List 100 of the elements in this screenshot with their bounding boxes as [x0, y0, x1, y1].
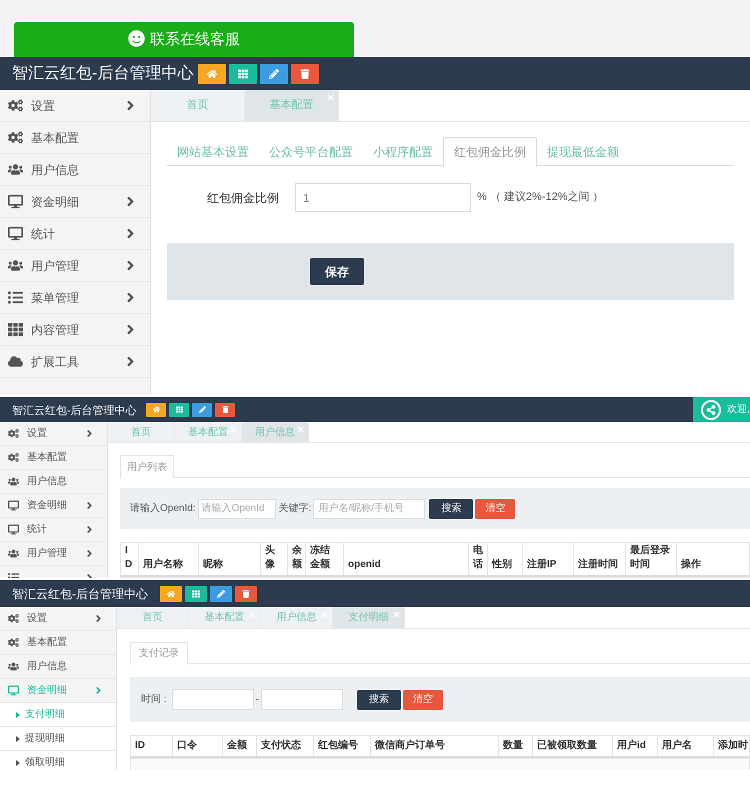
sidebar-item[interactable]: 用户信息: [0, 655, 116, 679]
toolbar-button[interactable]: [185, 586, 207, 602]
column-header: 性别: [492, 558, 512, 572]
field-label: 请输入OpenId:: [130, 502, 196, 516]
column-header: 冻结金额: [310, 544, 331, 572]
column-header: openid: [348, 558, 381, 572]
sidebar-item[interactable]: 基本配置: [0, 631, 116, 655]
gears-icon: [8, 428, 19, 439]
sidebar-item[interactable]: 用户管理: [0, 250, 150, 282]
column-header: 用户名: [662, 739, 692, 753]
home-icon: [152, 406, 160, 413]
triangle-icon: [16, 712, 20, 718]
triangle-icon: [16, 736, 20, 742]
toolbar-button[interactable]: [235, 586, 257, 602]
toolbar-button[interactable]: [198, 64, 226, 84]
monitor-icon: [8, 524, 19, 535]
users-icon: [8, 476, 19, 487]
date-field[interactable]: [260, 689, 343, 710]
input-field[interactable]: 1: [295, 183, 471, 212]
submenu-item[interactable]: 领取明细: [0, 751, 116, 770]
column-header: 用户id: [617, 739, 646, 753]
date-field[interactable]: [172, 689, 254, 710]
sidebar-item[interactable]: 设置: [0, 90, 150, 122]
column-header: ID: [125, 544, 134, 572]
field-label: 时间 :: [141, 692, 167, 707]
sidebar-item[interactable]: 用户信息: [0, 154, 150, 186]
column-header: 红包编号: [318, 739, 358, 753]
pencil-icon: [269, 68, 279, 78]
field-label: 关键字:: [278, 502, 312, 516]
save-button[interactable]: 保存: [310, 258, 364, 285]
toolbar-button[interactable]: [192, 402, 212, 416]
sidebar-item[interactable]: 资金明细: [0, 494, 107, 518]
gears-icon: [8, 130, 23, 145]
grid-icon: [238, 68, 248, 78]
clear-button[interactable]: 清空: [402, 690, 443, 710]
clear-button[interactable]: 清空: [475, 498, 516, 518]
app-title: 智汇云红包-后台管理中心: [12, 404, 137, 416]
column-header: ID: [135, 739, 145, 753]
home-icon: [207, 68, 217, 78]
gears-icon: [8, 613, 19, 624]
input-field[interactable]: 用户名/昵称/手机号: [313, 498, 426, 518]
sidebar-item[interactable]: 统计: [0, 518, 107, 542]
monitor-icon: [8, 194, 23, 209]
sidebar-item[interactable]: 用户管理: [0, 542, 107, 566]
column-header: 数量: [503, 739, 523, 753]
hint-text: % （ 建议2%-12%之间 ）: [477, 190, 604, 206]
toolbar-button[interactable]: [215, 402, 235, 416]
cloud-icon: [8, 354, 23, 369]
users-icon: [8, 548, 19, 559]
trash-icon: [222, 406, 228, 413]
toolbar-button[interactable]: [160, 586, 182, 602]
sidebar-item[interactable]: 扩展工具: [0, 346, 150, 378]
monitor-icon: [8, 226, 23, 241]
sidebar-item[interactable]: 用户信息: [0, 470, 107, 494]
toolbar-button[interactable]: [229, 64, 257, 84]
sidebar-item[interactable]: 基本配置: [0, 446, 107, 470]
toolbar-button[interactable]: [169, 402, 189, 416]
app-title: 智汇云红包-后台管理中心: [12, 586, 148, 600]
search-button[interactable]: 搜索: [429, 498, 474, 518]
monitor-icon: [8, 500, 19, 511]
sidebar-item[interactable]: 统计: [0, 218, 150, 250]
triangle-icon: [16, 760, 20, 766]
column-header: 金额: [227, 739, 247, 753]
gears-icon: [8, 637, 19, 648]
grid-icon: [192, 590, 200, 598]
app-title: 智汇云红包-后台管理中心: [12, 64, 194, 82]
sidebar-item[interactable]: 设置: [0, 607, 116, 631]
users-icon: [8, 258, 23, 273]
column-header: 昵称: [203, 558, 223, 572]
monitor-icon: [8, 685, 19, 696]
sidebar-item[interactable]: 设置: [0, 422, 107, 446]
sidebar-item[interactable]: 菜单管理: [0, 282, 150, 314]
sidebar-item[interactable]: 内容管理: [0, 314, 150, 346]
submenu-item[interactable]: 提现明细: [0, 727, 116, 751]
field-label: 红包佣金比例: [206, 190, 280, 206]
input-field[interactable]: 请输入OpenId: [198, 498, 276, 518]
chat-icon: [128, 30, 145, 47]
gears-icon: [8, 98, 23, 113]
toolbar-button[interactable]: [210, 586, 232, 602]
toolbar-button[interactable]: [291, 64, 319, 84]
column-header: 操作: [681, 558, 701, 572]
column-header: 最后登录时间: [630, 544, 671, 572]
home-icon: [167, 590, 175, 598]
range-separator: -: [256, 693, 259, 707]
column-header: 电话: [473, 544, 483, 572]
column-header: 用户名称: [143, 558, 183, 572]
toolbar-button[interactable]: [260, 64, 288, 84]
list-icon: [8, 290, 23, 305]
trash-icon: [242, 590, 250, 598]
sidebar-item[interactable]: 基本配置: [0, 122, 150, 154]
grid-icon: [8, 322, 23, 337]
column-header: 余额: [292, 544, 302, 572]
users-icon: [8, 162, 23, 177]
sidebar-item[interactable]: 资金明细: [0, 186, 150, 218]
pencil-icon: [217, 590, 225, 598]
share-icon: [701, 400, 721, 420]
users-icon: [8, 661, 19, 672]
toolbar-button[interactable]: [146, 402, 166, 416]
search-button[interactable]: 搜索: [356, 690, 401, 710]
column-header: 微信商户订单号: [375, 739, 445, 753]
